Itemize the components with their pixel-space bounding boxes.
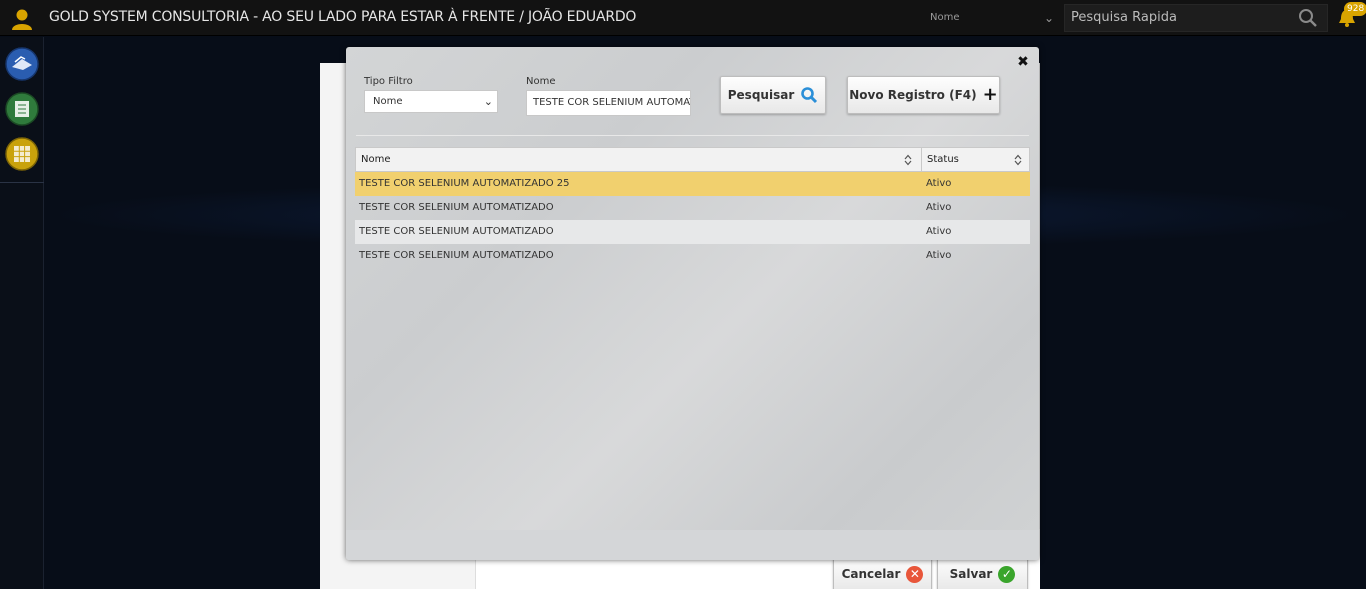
table-row[interactable]: TESTE COR SELENIUM AUTOMATIZADO 25 Ativo bbox=[355, 172, 1030, 196]
row-status: Ativo bbox=[926, 202, 952, 213]
shipping-icon[interactable] bbox=[5, 47, 39, 81]
column-header-status-label: Status bbox=[927, 154, 959, 165]
table-header: Nome Status bbox=[355, 147, 1030, 172]
save-label: Salvar bbox=[949, 567, 993, 581]
cancel-label: Cancelar bbox=[841, 567, 901, 581]
notification-badge: 928 bbox=[1344, 2, 1366, 16]
save-icon: ✓ bbox=[998, 565, 1016, 583]
search-button-label: Pesquisar bbox=[727, 88, 795, 102]
table-row[interactable]: TESTE COR SELENIUM AUTOMATIZADO Ativo bbox=[355, 196, 1030, 220]
row-status: Ativo bbox=[926, 250, 952, 261]
sort-icon bbox=[1014, 154, 1022, 166]
app-title: GOLD SYSTEM CONSULTORIA - AO SEU LADO PA… bbox=[49, 9, 637, 25]
filter-type-select[interactable]: Nome ⌄ bbox=[364, 90, 498, 113]
calculator-icon[interactable] bbox=[5, 137, 39, 171]
save-button[interactable]: Salvar ✓ bbox=[937, 557, 1028, 589]
row-name: TESTE COR SELENIUM AUTOMATIZADO bbox=[359, 226, 554, 237]
column-header-status[interactable]: Status bbox=[922, 148, 1029, 171]
chevron-down-icon: ⌄ bbox=[1043, 11, 1054, 25]
row-name: TESTE COR SELENIUM AUTOMATIZADO bbox=[359, 250, 554, 261]
sidebar-divider bbox=[0, 182, 44, 183]
new-record-label: Novo Registro (F4) bbox=[849, 88, 977, 102]
search-dialog: ✖ Tipo Filtro Nome ⌄ Nome TESTE COR SELE… bbox=[346, 47, 1039, 560]
top-bar: GOLD SYSTEM CONSULTORIA - AO SEU LADO PA… bbox=[0, 0, 1366, 36]
row-name: TESTE COR SELENIUM AUTOMATIZADO bbox=[359, 202, 554, 213]
close-icon[interactable]: ✖ bbox=[1016, 55, 1030, 69]
filter-type-value: Nome bbox=[373, 96, 403, 107]
search-icon[interactable] bbox=[1298, 8, 1318, 28]
search-field-select[interactable]: Nome ⌄ bbox=[928, 6, 1058, 30]
search-button[interactable]: Pesquisar bbox=[720, 76, 826, 114]
form-divider bbox=[356, 135, 1029, 136]
ledger-icon[interactable] bbox=[5, 92, 39, 126]
new-record-button[interactable]: Novo Registro (F4) + bbox=[847, 76, 1000, 114]
dialog-bottom-strip bbox=[346, 530, 1039, 560]
results-table: Nome Status TESTE COR SELENIUM AUTOMATIZ… bbox=[355, 147, 1030, 268]
table-row[interactable]: TESTE COR SELENIUM AUTOMATIZADO Ativo bbox=[355, 244, 1030, 268]
search-field-value: Nome bbox=[930, 12, 960, 23]
table-row[interactable]: TESTE COR SELENIUM AUTOMATIZADO Ativo bbox=[355, 220, 1030, 244]
row-status: Ativo bbox=[926, 226, 952, 237]
row-name: TESTE COR SELENIUM AUTOMATIZADO 25 bbox=[359, 178, 570, 189]
user-icon[interactable] bbox=[9, 6, 35, 32]
plus-icon: + bbox=[982, 84, 998, 105]
column-header-name-label: Nome bbox=[361, 154, 391, 165]
search-icon bbox=[801, 87, 818, 104]
name-input[interactable]: TESTE COR SELENIUM AUTOMATIZADO bbox=[526, 90, 691, 116]
row-status: Ativo bbox=[926, 178, 952, 189]
column-header-name[interactable]: Nome bbox=[356, 148, 922, 171]
left-sidebar bbox=[0, 37, 44, 589]
sort-icon bbox=[904, 154, 912, 166]
filter-type-label: Tipo Filtro bbox=[364, 76, 413, 87]
name-label: Nome bbox=[526, 76, 556, 87]
chevron-down-icon: ⌄ bbox=[483, 95, 493, 108]
cancel-button[interactable]: Cancelar ✕ bbox=[833, 557, 932, 589]
quick-search-input[interactable]: Pesquisa Rapida bbox=[1064, 4, 1328, 32]
cancel-icon: ✕ bbox=[906, 565, 924, 583]
